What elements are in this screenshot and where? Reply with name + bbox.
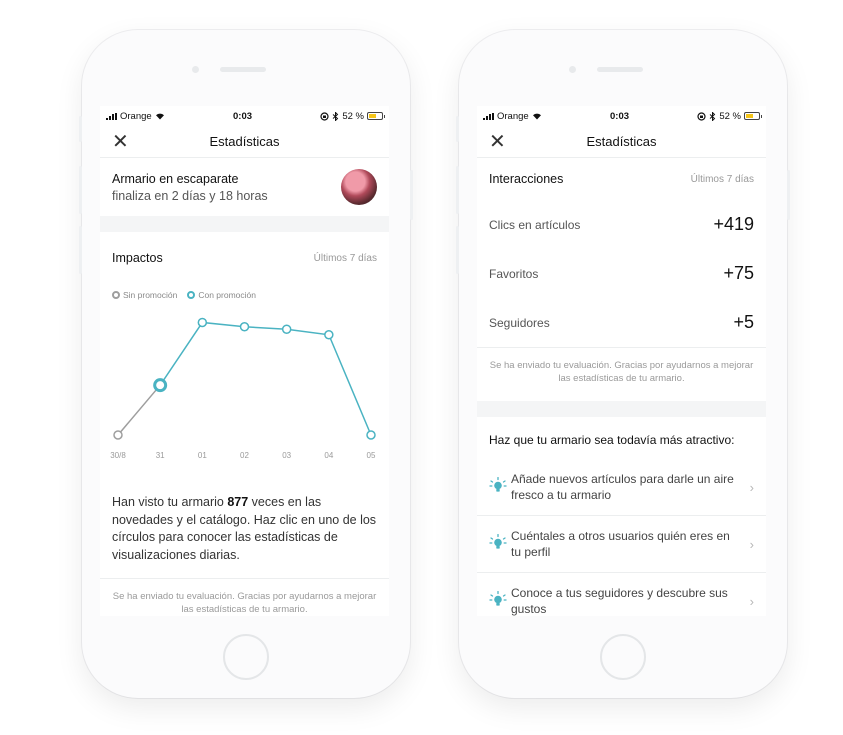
section-separator: [477, 401, 766, 417]
impacts-chart-svg: 30/8 31 01 02 03 04 05: [110, 317, 376, 460]
showcase-promo-row[interactable]: Armario en escaparate finaliza en 2 días…: [100, 158, 389, 216]
x-tick-label: 01: [198, 451, 207, 460]
data-point-02[interactable]: [239, 322, 250, 332]
data-point-05[interactable]: [366, 430, 376, 440]
promo-title: Armario en escaparate: [112, 171, 239, 186]
stat-row-followers: Seguidores +5: [477, 298, 766, 347]
stat-value: +75: [723, 263, 754, 283]
signal-icon: [483, 112, 494, 120]
evaluation-note: Se ha enviado tu evaluación. Gracias por…: [477, 347, 766, 401]
phone-left: Orange 0:03 52 % ✕ Estadísticas Armario …: [79, 30, 413, 698]
data-point-04[interactable]: [324, 330, 334, 340]
chart-legend: Sin promoción Con promoción: [100, 272, 389, 300]
home-button[interactable]: [600, 634, 646, 680]
x-tick-label: 03: [282, 451, 291, 460]
close-icon[interactable]: ✕: [489, 132, 506, 152]
tip-item[interactable]: Cuéntales a otros usuarios quién eres en…: [477, 516, 766, 573]
wardrobe-thumbnail: [341, 169, 377, 205]
clock: 0:03: [233, 110, 253, 122]
battery-icon: [743, 112, 762, 120]
nav-bar: ✕ Estadísticas: [100, 126, 389, 158]
status-bar: Orange 0:03 52 %: [477, 106, 766, 126]
data-point-31[interactable]: [153, 378, 168, 393]
wifi-icon: [155, 113, 164, 120]
series-line-with-promo: [159, 321, 372, 436]
speaker-grille: [597, 67, 643, 72]
chevron-right-icon: ›: [749, 593, 754, 609]
close-icon[interactable]: ✕: [112, 132, 129, 152]
stat-label: Favoritos: [489, 266, 539, 281]
wifi-icon: [532, 113, 541, 120]
interactions-header: Interacciones Últimos 7 días: [477, 158, 766, 200]
tips-heading: Haz que tu armario sea todavía más atrac…: [489, 433, 735, 447]
chevron-right-icon: ›: [749, 536, 754, 552]
camera-icon: [569, 66, 576, 73]
clock: 0:03: [610, 110, 630, 122]
tip-text: Añade nuevos artículos para darle un air…: [511, 472, 734, 502]
data-point-03[interactable]: [281, 324, 292, 334]
lock-rotation-icon: [697, 111, 706, 121]
legend-with-promo: Con promoción: [187, 290, 256, 300]
promo-remaining: finaliza en 2 días y 18 horas: [112, 188, 268, 203]
carrier-label: Orange: [497, 110, 529, 122]
bluetooth-icon: [709, 111, 716, 121]
x-tick-label: 04: [324, 451, 333, 460]
tip-text: Cuéntales a otros usuarios quién eres en…: [511, 529, 730, 559]
stat-label: Clics en artículos: [489, 217, 581, 232]
screen-right: Orange 0:03 52 % ✕ Estadísticas Interacc…: [477, 106, 766, 616]
data-point-01[interactable]: [197, 317, 208, 328]
stat-label: Seguidores: [489, 315, 550, 330]
interactions-period: Últimos 7 días: [690, 173, 754, 185]
battery-percent: 52 %: [342, 110, 364, 122]
tip-text: Conoce a tus seguidores y descubre sus g…: [511, 586, 728, 616]
stat-row-favorites: Favoritos +75: [477, 249, 766, 298]
data-point-30/8[interactable]: [113, 430, 123, 440]
stat-value: +5: [733, 312, 754, 332]
evaluation-note: Se ha enviado tu evaluación. Gracias por…: [100, 578, 389, 616]
impacts-period: Últimos 7 días: [313, 252, 377, 264]
chevron-right-icon: ›: [749, 479, 754, 495]
page-title: Estadísticas: [209, 134, 280, 149]
nav-bar: ✕ Estadísticas: [477, 126, 766, 158]
legend-without-promo: Sin promoción: [112, 290, 177, 300]
interactions-heading: Interacciones: [489, 172, 564, 186]
stat-row-clicks: Clics en artículos +419: [477, 200, 766, 249]
lock-rotation-icon: [320, 111, 329, 121]
status-bar: Orange 0:03 52 %: [100, 106, 389, 126]
impacts-header: Impactos Últimos 7 días: [100, 232, 389, 272]
views-count: 877: [227, 495, 249, 509]
impacts-chart: 30/8 31 01 02 03 04 05: [100, 300, 389, 490]
battery-percent: 52 %: [719, 110, 741, 122]
section-separator: [100, 216, 389, 232]
signal-icon: [106, 112, 117, 120]
views-description: Han visto tu armario 877 veces en las no…: [112, 495, 377, 562]
tip-item[interactable]: Conoce a tus seguidores y descubre sus g…: [477, 573, 766, 616]
carrier-label: Orange: [120, 110, 152, 122]
bluetooth-icon: [332, 111, 339, 121]
x-tick-label: 30/8: [110, 451, 126, 460]
x-tick-label: 05: [367, 451, 376, 460]
screen-left: Orange 0:03 52 % ✕ Estadísticas Armario …: [100, 106, 389, 616]
lightbulb-icon: [489, 590, 511, 611]
impacts-heading: Impactos: [112, 251, 163, 265]
battery-icon: [366, 112, 385, 120]
page-title: Estadísticas: [586, 134, 657, 149]
x-tick-label: 31: [156, 451, 165, 460]
lightbulb-icon: [489, 533, 511, 554]
x-tick-label: 02: [240, 451, 249, 460]
home-button[interactable]: [223, 634, 269, 680]
lightbulb-icon: [489, 476, 511, 497]
speaker-grille: [220, 67, 266, 72]
tip-item[interactable]: Añade nuevos artículos para darle un air…: [477, 459, 766, 516]
stat-value: +419: [713, 214, 754, 234]
series-line-without-promo: [117, 384, 161, 436]
phone-right: Orange 0:03 52 % ✕ Estadísticas Interacc…: [456, 30, 790, 698]
camera-icon: [192, 66, 199, 73]
